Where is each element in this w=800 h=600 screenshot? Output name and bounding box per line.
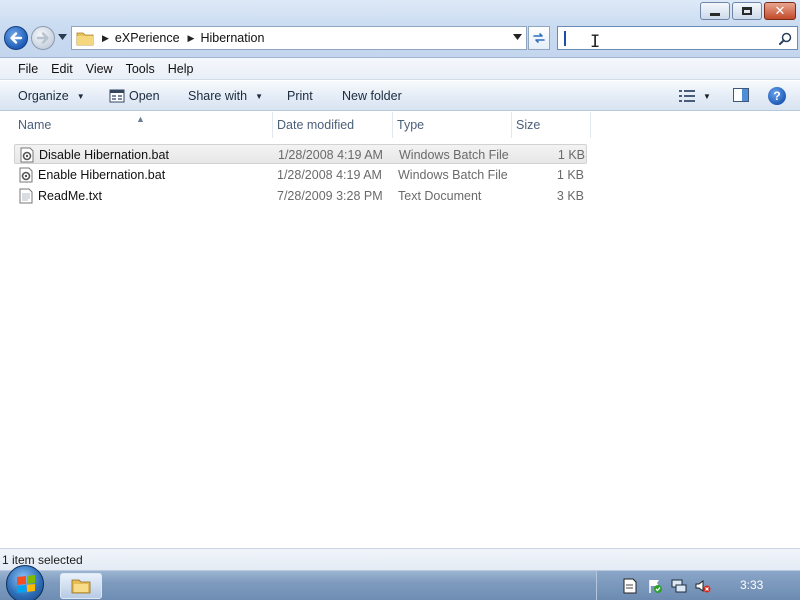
- batch-file-icon: [19, 167, 33, 183]
- document-tray-icon[interactable]: [623, 578, 637, 594]
- system-tray: [596, 571, 800, 600]
- file-type: Windows Batch File: [398, 168, 508, 182]
- taskbar: [0, 565, 800, 600]
- file-size: 1 KB: [557, 148, 585, 162]
- menu-file[interactable]: File: [18, 62, 38, 76]
- file-date: 7/28/2009 3:28 PM: [277, 189, 383, 203]
- status-text: 1 item selected: [2, 553, 83, 567]
- print-button[interactable]: Print: [287, 89, 313, 103]
- file-type: Windows Batch File: [399, 148, 509, 162]
- menu-edit[interactable]: Edit: [51, 62, 73, 76]
- taskbar-explorer-button[interactable]: [60, 573, 102, 599]
- file-name: Enable Hibernation.bat: [38, 168, 166, 182]
- column-header-size-label: Size: [516, 118, 541, 132]
- address-dropdown-icon[interactable]: [513, 34, 522, 40]
- minimize-button[interactable]: [700, 2, 730, 20]
- batch-file-icon: [20, 147, 34, 163]
- text-caret: [564, 31, 566, 46]
- preview-pane-icon[interactable]: [733, 88, 749, 102]
- print-label: Print: [287, 89, 313, 103]
- action-center-flag-icon[interactable]: [647, 578, 663, 594]
- menu-tools[interactable]: Tools: [126, 62, 155, 76]
- file-name: ReadMe.txt: [38, 189, 102, 203]
- column-header-type-label: Type: [397, 118, 425, 132]
- restore-button[interactable]: [732, 2, 762, 20]
- mouse-cursor-ibeam-icon: I: [590, 32, 601, 52]
- start-button[interactable]: [6, 565, 44, 600]
- taskbar-clock[interactable]: 3:33: [740, 578, 763, 592]
- organize-button[interactable]: Organize ▼: [18, 89, 85, 103]
- column-header-size[interactable]: Size: [512, 112, 591, 138]
- forward-button[interactable]: [31, 26, 55, 50]
- search-icon[interactable]: [779, 32, 792, 45]
- refresh-button[interactable]: [528, 26, 550, 50]
- share-with-button[interactable]: Share with ▼: [188, 89, 263, 103]
- file-name: Disable Hibernation.bat: [39, 148, 169, 162]
- new-folder-button[interactable]: New folder: [342, 89, 402, 103]
- chevron-down-icon: ▼: [255, 91, 263, 101]
- command-bar: Organize ▼ Open Share with ▼ Print New f…: [0, 81, 800, 111]
- open-label: Open: [129, 89, 160, 103]
- file-list: Name Date modified Type Size Disable Hib…: [0, 112, 800, 548]
- restore-icon: [742, 7, 752, 15]
- breadcrumb-separator-icon[interactable]: ▶: [102, 33, 109, 44]
- menu-help[interactable]: Help: [168, 62, 194, 76]
- share-with-label: Share with: [188, 89, 248, 103]
- column-header-name-label: Name: [18, 118, 52, 132]
- file-date: 1/28/2008 4:19 AM: [277, 168, 382, 182]
- text-file-icon: [19, 188, 33, 204]
- open-button[interactable]: Open: [109, 89, 160, 103]
- file-date: 1/28/2008 4:19 AM: [278, 148, 383, 162]
- chevron-down-icon: ▼: [76, 91, 85, 101]
- folder-icon: [76, 32, 94, 46]
- open-program-icon: [109, 89, 125, 103]
- file-size: 1 KB: [556, 168, 584, 182]
- column-header-type[interactable]: Type: [393, 112, 512, 138]
- explorer-folder-icon: [71, 579, 91, 594]
- recent-pages-dropdown-icon[interactable]: [58, 34, 67, 40]
- windows-logo-icon: [17, 575, 35, 593]
- file-row[interactable]: ReadMe.txt 7/28/2009 3:28 PM Text Docume…: [14, 186, 587, 206]
- breadcrumb-separator-icon[interactable]: ▶: [188, 33, 195, 44]
- file-row[interactable]: Enable Hibernation.bat 1/28/2008 4:19 AM…: [14, 165, 587, 185]
- column-header-date-modified[interactable]: Date modified: [273, 112, 393, 138]
- back-button[interactable]: [4, 26, 28, 50]
- volume-muted-icon[interactable]: [695, 578, 711, 594]
- menu-view[interactable]: View: [86, 62, 113, 76]
- new-folder-label: New folder: [342, 89, 402, 103]
- back-arrow-icon: [10, 32, 23, 44]
- window-titlebar: ✕ ▶ eXPerience ▶ Hibernation: [0, 0, 800, 58]
- window-controls: ✕: [700, 2, 796, 20]
- help-icon[interactable]: ?: [768, 87, 786, 105]
- file-row[interactable]: Disable Hibernation.bat 1/28/2008 4:19 A…: [14, 144, 587, 164]
- file-type: Text Document: [398, 189, 482, 203]
- forward-arrow-icon: [36, 32, 49, 44]
- close-icon: ✕: [774, 3, 786, 19]
- organize-label: Organize: [18, 89, 69, 103]
- breadcrumb-hibernation[interactable]: Hibernation: [200, 31, 264, 45]
- file-size: 3 KB: [556, 189, 584, 203]
- close-button[interactable]: ✕: [764, 2, 796, 20]
- column-header-date-label: Date modified: [277, 118, 355, 132]
- network-icon[interactable]: [671, 578, 687, 594]
- breadcrumb-experience[interactable]: eXPerience: [115, 31, 180, 45]
- menu-bar: File Edit View Tools Help: [0, 58, 800, 80]
- change-view-icon[interactable]: [679, 90, 695, 102]
- view-options-dropdown-icon[interactable]: ▼: [703, 92, 711, 101]
- address-bar[interactable]: ▶ eXPerience ▶ Hibernation: [71, 26, 527, 50]
- minimize-icon: [710, 12, 720, 16]
- sort-ascending-icon: ▲: [136, 114, 145, 124]
- status-bar: 1 item selected: [0, 548, 800, 570]
- refresh-icon: [533, 33, 545, 43]
